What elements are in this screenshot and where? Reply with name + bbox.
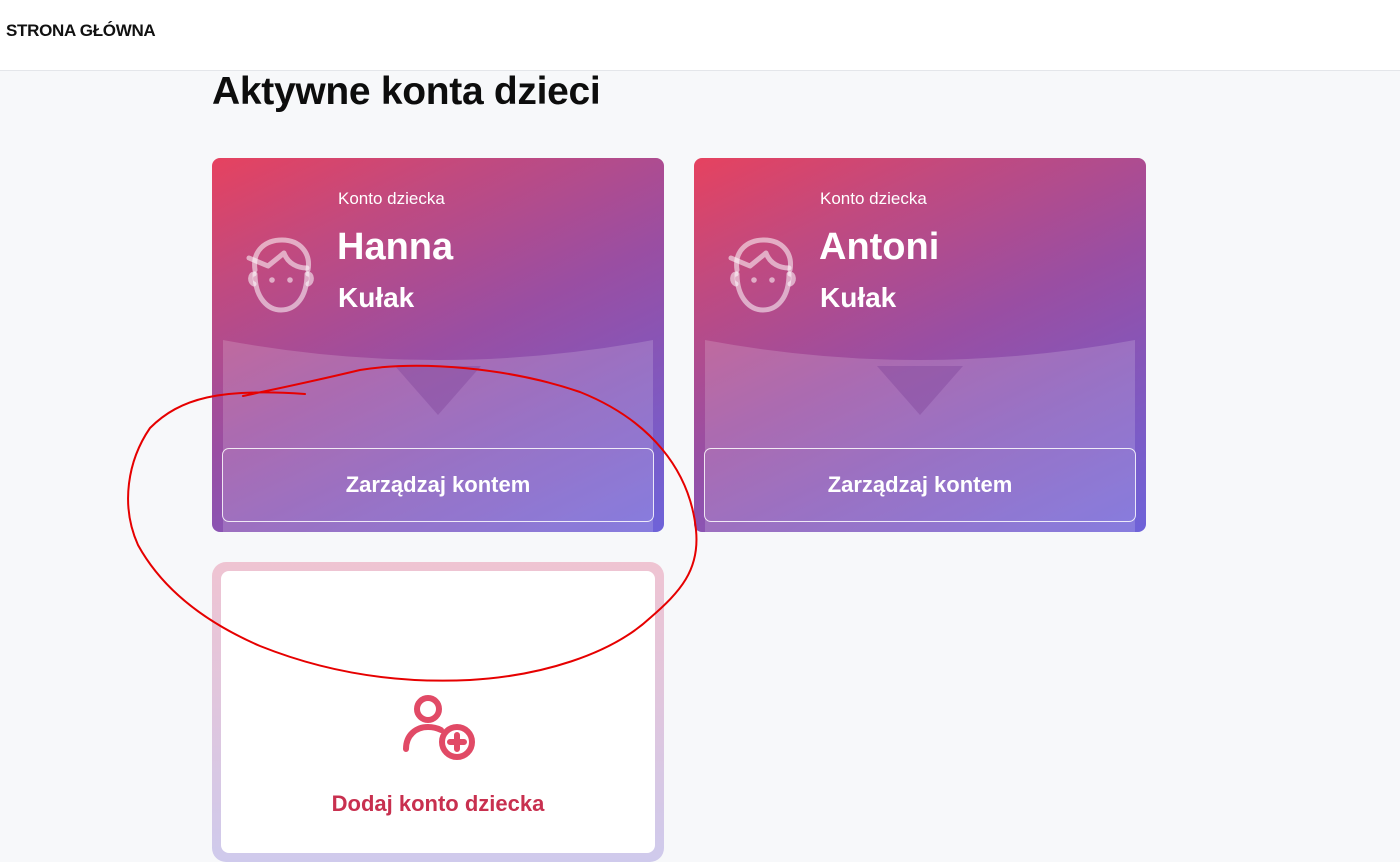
account-type-label: Konto dziecka — [338, 189, 445, 208]
top-bar: STRONA GŁÓWNA — [0, 0, 1400, 71]
child-account-card: Konto dziecka Antoni Kułak Zarządzaj kon… — [694, 158, 1146, 532]
page-title: Aktywne konta dzieci — [212, 70, 601, 113]
child-last-name: Kułak — [820, 282, 897, 313]
child-face-icon — [246, 237, 314, 313]
child-account-card: Konto dziecka Hanna Kułak Zarządzaj kont… — [212, 158, 664, 532]
manage-account-button[interactable]: Zarządzaj kontem — [704, 448, 1136, 522]
child-first-name: Antoni — [819, 226, 940, 268]
add-child-card[interactable]: Dodaj konto dziecka — [212, 562, 664, 862]
child-first-name: Hanna — [337, 226, 454, 268]
account-type-label: Konto dziecka — [820, 189, 927, 208]
add-child-card-body: Dodaj konto dziecka — [221, 571, 655, 853]
child-face-icon — [728, 237, 796, 313]
add-user-icon — [403, 695, 475, 760]
manage-account-button[interactable]: Zarządzaj kontem — [222, 448, 654, 522]
home-link[interactable]: STRONA GŁÓWNA — [6, 21, 156, 41]
child-last-name: Kułak — [338, 282, 415, 313]
add-child-label: Dodaj konto dziecka — [331, 791, 545, 816]
